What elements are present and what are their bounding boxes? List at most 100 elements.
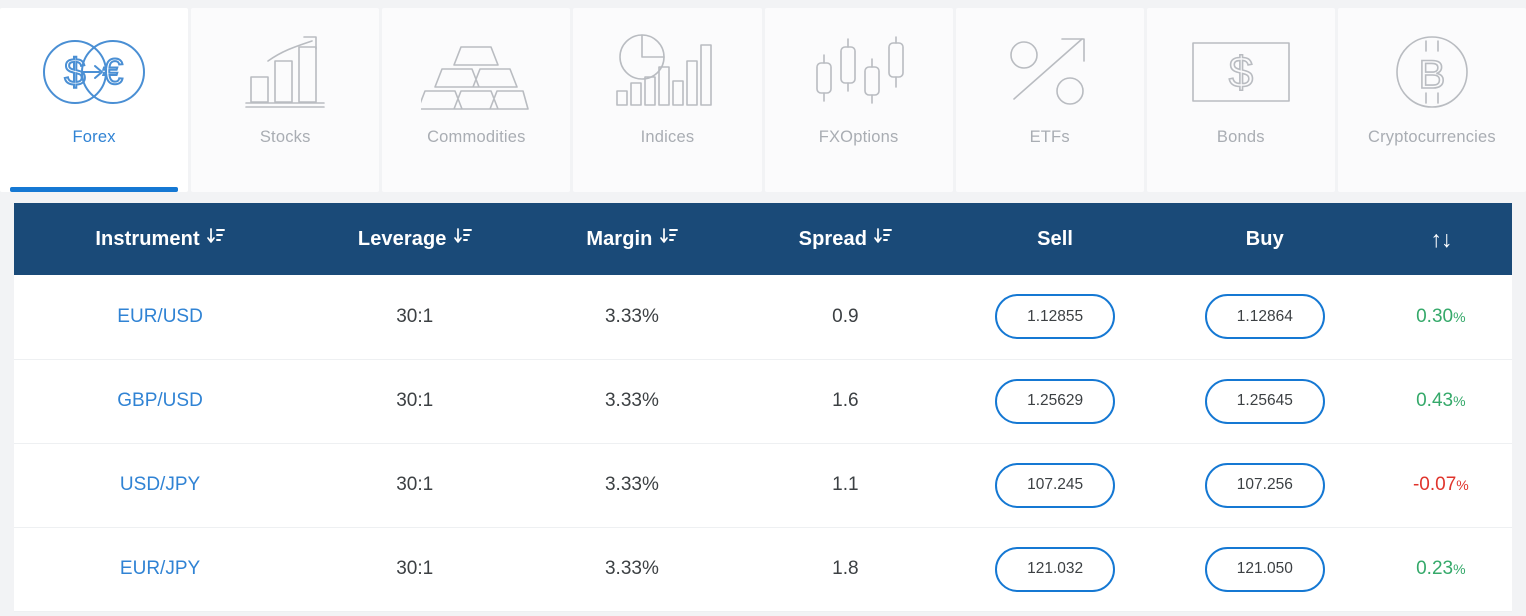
column-header-spread[interactable]: Spread — [741, 203, 951, 275]
asset-class-tab-strip: $ € Forex Stocks Commodities — [0, 0, 1526, 192]
table-row: EUR/JPY 30:1 3.33% 1.8 121.032 121.050 0… — [14, 527, 1512, 611]
sell-price-button[interactable]: 107.245 — [995, 463, 1115, 508]
currency-exchange-icon: $ € — [39, 30, 149, 114]
sort-descending-icon[interactable] — [660, 227, 678, 252]
cell-buy: 121.050 — [1160, 527, 1370, 611]
column-header-margin[interactable]: Margin — [523, 203, 740, 275]
cell-spread: 1.1 — [741, 443, 951, 527]
tab-commodities[interactable]: Commodities — [382, 8, 570, 192]
tab-etfs[interactable]: ETFs — [956, 8, 1144, 192]
cell-sell: 121.032 — [950, 527, 1160, 611]
quotes-table-container: Instrument Leverage Margin Spread Sell Bu… — [14, 203, 1512, 612]
active-tab-indicator — [10, 187, 178, 192]
column-header-buy: Buy — [1160, 203, 1370, 275]
cell-instrument: GBP/USD — [14, 359, 306, 443]
instrument-link[interactable]: EUR/JPY — [120, 558, 200, 579]
instrument-link[interactable]: GBP/USD — [117, 390, 203, 411]
column-label: Instrument — [95, 228, 199, 251]
cell-sell: 1.25629 — [950, 359, 1160, 443]
column-header-change[interactable]: ↑↓ — [1370, 203, 1512, 275]
cell-instrument: USD/JPY — [14, 443, 306, 527]
column-header-instrument[interactable]: Instrument — [14, 203, 306, 275]
pie-chart-bars-icon — [615, 30, 719, 114]
tab-label: Cryptocurrencies — [1368, 128, 1496, 147]
instrument-link[interactable]: USD/JPY — [120, 474, 200, 495]
table-row: GBP/USD 30:1 3.33% 1.6 1.25629 1.25645 0… — [14, 359, 1512, 443]
cell-change: 0.30% — [1370, 275, 1512, 359]
sell-price-button[interactable]: 1.25629 — [995, 379, 1115, 424]
tab-label: Commodities — [427, 128, 525, 147]
column-label: Buy — [1246, 228, 1284, 251]
cell-spread: 1.8 — [741, 527, 951, 611]
sort-descending-icon[interactable] — [874, 227, 892, 252]
table-header-row: Instrument Leverage Margin Spread Sell Bu… — [14, 203, 1512, 275]
sell-price-button[interactable]: 121.032 — [995, 547, 1115, 592]
percent-arrow-icon — [1004, 30, 1096, 114]
tab-cryptocurrencies[interactable]: B Cryptocurrencies — [1338, 8, 1526, 192]
tab-forex[interactable]: $ € Forex — [0, 8, 188, 192]
cell-buy: 107.256 — [1160, 443, 1370, 527]
buy-price-button[interactable]: 1.12864 — [1205, 294, 1325, 339]
cell-sell: 107.245 — [950, 443, 1160, 527]
cell-buy: 1.25645 — [1160, 359, 1370, 443]
bitcoin-coin-icon: B — [1393, 30, 1471, 114]
cell-leverage: 30:1 — [306, 527, 523, 611]
cell-buy: 1.12864 — [1160, 275, 1370, 359]
table-row: EUR/USD 30:1 3.33% 0.9 1.12855 1.12864 0… — [14, 275, 1512, 359]
up-down-arrows-icon[interactable]: ↑↓ — [1430, 226, 1451, 253]
buy-price-button[interactable]: 1.25645 — [1205, 379, 1325, 424]
quotes-table: Instrument Leverage Margin Spread Sell Bu… — [14, 203, 1512, 612]
column-header-leverage[interactable]: Leverage — [306, 203, 523, 275]
cell-change: 0.43% — [1370, 359, 1512, 443]
cell-margin: 3.33% — [523, 527, 740, 611]
buy-price-button[interactable]: 121.050 — [1205, 547, 1325, 592]
column-label: Margin — [586, 228, 652, 251]
table-row: USD/JPY 30:1 3.33% 1.1 107.245 107.256 -… — [14, 443, 1512, 527]
change-percent: 0.43% — [1416, 390, 1465, 411]
column-label: Sell — [1037, 228, 1073, 251]
gold-bars-icon — [421, 30, 531, 114]
svg-text:€: € — [103, 51, 123, 92]
sort-descending-icon[interactable] — [207, 227, 225, 252]
svg-text:B: B — [1419, 53, 1446, 97]
tab-label: ETFs — [1030, 128, 1070, 147]
tab-fxoptions[interactable]: FXOptions — [765, 8, 953, 192]
tab-label: Bonds — [1217, 128, 1265, 147]
svg-text:$: $ — [1229, 48, 1253, 97]
sort-descending-icon[interactable] — [454, 227, 472, 252]
tab-stocks[interactable]: Stocks — [191, 8, 379, 192]
tab-bonds[interactable]: $ Bonds — [1147, 8, 1335, 192]
change-percent: -0.07% — [1413, 474, 1469, 495]
cell-sell: 1.12855 — [950, 275, 1160, 359]
buy-price-button[interactable]: 107.256 — [1205, 463, 1325, 508]
column-label: Spread — [799, 228, 867, 251]
cell-spread: 1.6 — [741, 359, 951, 443]
cell-leverage: 30:1 — [306, 275, 523, 359]
quotes-table-header: Instrument Leverage Margin Spread Sell Bu… — [14, 203, 1512, 275]
change-percent: 0.30% — [1416, 306, 1465, 327]
cell-change: -0.07% — [1370, 443, 1512, 527]
banknote-dollar-icon: $ — [1189, 30, 1293, 114]
change-percent: 0.23% — [1416, 558, 1465, 579]
bar-chart-growth-icon — [242, 30, 328, 114]
tab-label: Indices — [641, 128, 695, 147]
cell-spread: 0.9 — [741, 275, 951, 359]
tab-label: FXOptions — [819, 128, 899, 147]
cell-margin: 3.33% — [523, 275, 740, 359]
svg-text:$: $ — [64, 52, 85, 94]
column-label: Leverage — [358, 228, 447, 251]
sell-price-button[interactable]: 1.12855 — [995, 294, 1115, 339]
cell-leverage: 30:1 — [306, 359, 523, 443]
cell-margin: 3.33% — [523, 359, 740, 443]
cell-change: 0.23% — [1370, 527, 1512, 611]
cell-instrument: EUR/USD — [14, 275, 306, 359]
cell-margin: 3.33% — [523, 443, 740, 527]
tab-indices[interactable]: Indices — [573, 8, 761, 192]
instrument-link[interactable]: EUR/USD — [117, 306, 203, 327]
tab-label: Stocks — [260, 128, 311, 147]
column-header-sell: Sell — [950, 203, 1160, 275]
tab-label: Forex — [72, 128, 115, 147]
quotes-table-body: EUR/USD 30:1 3.33% 0.9 1.12855 1.12864 0… — [14, 275, 1512, 611]
cell-instrument: EUR/JPY — [14, 527, 306, 611]
candlestick-icon — [809, 30, 909, 114]
